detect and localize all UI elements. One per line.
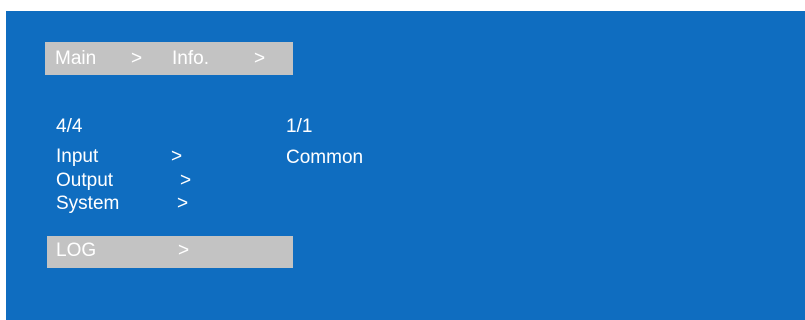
lcd-screen: Main > Info. > 4/4 Input > Output > Syst… [6, 11, 805, 320]
menu-item-label: LOG [56, 240, 97, 261]
breadcrumb-main[interactable]: Main [55, 48, 96, 70]
menu-item-common[interactable]: Common [286, 147, 363, 169]
breadcrumb-info[interactable]: Info. [172, 48, 209, 70]
menu-item-label: System [56, 193, 120, 214]
page-counter: 1/1 [286, 116, 313, 137]
breadcrumb: Main > Info. > [45, 42, 293, 75]
breadcrumb-separator: > [131, 48, 143, 69]
menu-item-system[interactable]: System > [47, 188, 293, 220]
chevron-right-icon: > [177, 193, 189, 214]
menu-item-log[interactable]: LOG > [47, 236, 293, 268]
chevron-right-icon: > [178, 240, 190, 261]
breadcrumb-separator: > [254, 48, 266, 69]
page-counter: 4/4 [56, 116, 83, 137]
